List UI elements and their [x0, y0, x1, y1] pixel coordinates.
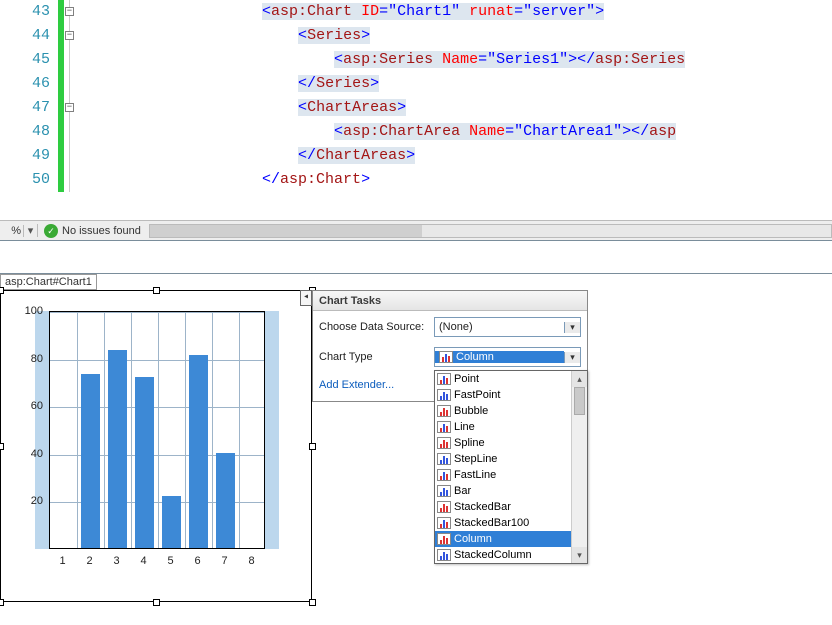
resize-handle[interactable] [0, 287, 4, 294]
charttype-option[interactable]: Column [435, 531, 587, 547]
horizontal-scrollbar[interactable] [149, 224, 832, 238]
charttype-option[interactable]: Line [435, 419, 587, 435]
code-line[interactable]: 50 </asp:Chart> [0, 168, 832, 192]
charttype-option[interactable]: FastLine [435, 467, 587, 483]
status-bar: % ▾ ✓ No issues found [0, 220, 832, 240]
charttype-option[interactable]: Spline [435, 435, 587, 451]
fold-toggle[interactable]: − [65, 31, 74, 40]
resize-handle[interactable] [0, 599, 4, 606]
y-tick: 100 [13, 305, 43, 317]
zoom-percent[interactable]: % [0, 225, 24, 237]
code-line[interactable]: 48 <asp:ChartArea Name="ChartArea1"></as… [0, 120, 832, 144]
check-icon: ✓ [44, 224, 58, 238]
charttype-option[interactable]: Point [435, 371, 587, 387]
charttype-option[interactable]: StepLine [435, 451, 587, 467]
zoom-dropdown[interactable]: ▾ [24, 224, 38, 237]
designer-surface[interactable]: asp:Chart#Chart1 20 40 60 80 100 1 2 3 4 5 6 7 8 ◂ C… [0, 274, 832, 619]
chart-bar [216, 453, 234, 548]
code-line[interactable]: 47− <ChartAreas> [0, 96, 832, 120]
charttype-option[interactable]: StackedBar [435, 499, 587, 515]
chart-bar [135, 377, 153, 548]
issues-text: No issues found [62, 225, 141, 237]
code-line[interactable]: 46 </Series> [0, 72, 832, 96]
chart-bar [108, 350, 126, 548]
list-scrollbar[interactable]: ▴ ▾ [571, 371, 587, 563]
chart-preview: 20 40 60 80 100 1 2 3 4 5 6 7 8 [11, 303, 283, 571]
y-tick: 80 [13, 353, 43, 365]
code-line[interactable]: 45 <asp:Series Name="Series1"></asp:Seri… [0, 48, 832, 72]
code-line[interactable]: 44− <Series> [0, 24, 832, 48]
resize-handle[interactable] [153, 287, 160, 294]
y-tick: 20 [13, 495, 43, 507]
datasource-dropdown[interactable]: (None) ▾ [434, 317, 581, 337]
x-tick: 8 [248, 555, 254, 567]
chart-bar [162, 496, 180, 548]
charttype-dropdown[interactable]: Column ▾ [434, 347, 581, 367]
code-editor[interactable]: 43− <asp:Chart ID="Chart1" runat="server… [0, 0, 832, 220]
x-tick: 4 [140, 555, 146, 567]
resize-handle[interactable] [309, 443, 316, 450]
charttype-option[interactable]: FastPoint [435, 387, 587, 403]
panel-title: Chart Tasks [313, 291, 587, 311]
x-tick: 1 [59, 555, 65, 567]
x-tick: 2 [86, 555, 92, 567]
resize-handle[interactable] [153, 599, 160, 606]
charttype-option[interactable]: Bubble [435, 403, 587, 419]
chevron-down-icon[interactable]: ▾ [564, 322, 580, 333]
resize-handle[interactable] [0, 443, 4, 450]
selection-tag: asp:Chart#Chart1 [0, 274, 97, 290]
resize-handle[interactable] [309, 599, 316, 606]
x-tick: 5 [167, 555, 173, 567]
charttype-options-list[interactable]: ▴ ▾ PointFastPointBubbleLineSplineStepLi… [434, 370, 588, 564]
charttype-option[interactable]: StackedColumn [435, 547, 587, 563]
chart-bar [189, 355, 207, 548]
code-line[interactable]: 49 </ChartAreas> [0, 144, 832, 168]
chevron-down-icon[interactable]: ▾ [564, 352, 580, 363]
fold-toggle[interactable]: − [65, 103, 74, 112]
datasource-label: Choose Data Source: [319, 321, 434, 333]
smart-tag-toggle[interactable]: ◂ [300, 290, 312, 306]
fold-toggle[interactable]: − [65, 7, 74, 16]
x-tick: 3 [113, 555, 119, 567]
chart-control[interactable]: 20 40 60 80 100 1 2 3 4 5 6 7 8 [0, 290, 312, 602]
x-tick: 7 [221, 555, 227, 567]
code-line[interactable]: 43− <asp:Chart ID="Chart1" runat="server… [0, 0, 832, 24]
x-tick: 6 [194, 555, 200, 567]
chart-bar [81, 374, 99, 548]
charttype-label: Chart Type [319, 351, 434, 363]
charttype-option[interactable]: Bar [435, 483, 587, 499]
y-tick: 40 [13, 448, 43, 460]
charttype-option[interactable]: StackedBar100 [435, 515, 587, 531]
y-tick: 60 [13, 400, 43, 412]
